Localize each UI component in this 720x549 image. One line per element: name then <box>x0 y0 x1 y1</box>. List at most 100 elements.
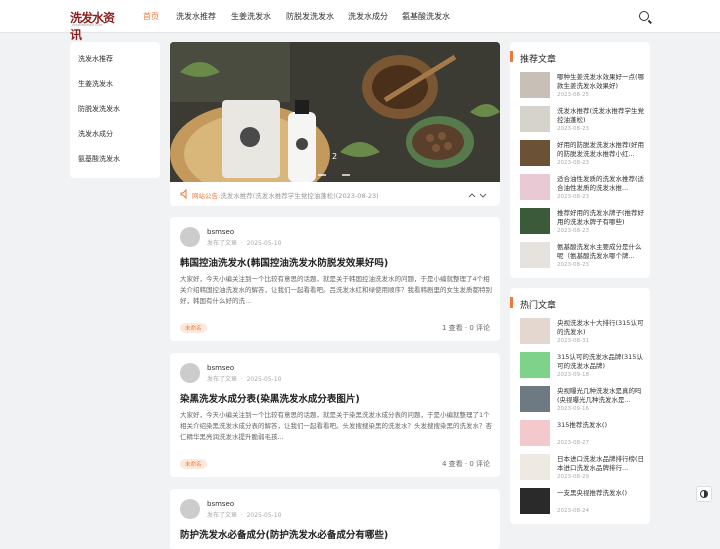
post-author[interactable]: bsmseo <box>207 364 234 372</box>
item-title[interactable]: 一支黑央视推荐洗发水() <box>557 489 645 498</box>
post-excerpt: 大家好，今天小编关注到一个比较有意思的话题，就是关于染黑洗发水成分表的问题，于是… <box>180 411 492 441</box>
notice-arrows-icon[interactable] <box>468 191 488 199</box>
list-item[interactable]: 央视曝光几种洗发水是真的吗(央视曝光几种洗发水是... 2023-09-16 <box>520 386 644 416</box>
item-date: 2023-09-18 <box>557 372 589 378</box>
nav-shampoo-recommend[interactable]: 洗发水推荐 <box>176 11 216 22</box>
list-item[interactable]: 适合油性发质的洗发水推荐(适合油性发质的洗发水推... 2023-08-23 <box>520 174 644 204</box>
post-card[interactable]: bsmseo 发布了文章 · 2025-05-10 防护洗发水必备成分(防护洗发… <box>170 489 500 549</box>
item-date: 2023-08-23 <box>557 262 589 268</box>
item-title[interactable]: 315认可的洗发水品牌(315认可的洗发水品牌) <box>557 353 645 371</box>
list-item[interactable]: 315推荐洗发水() 2023-08-27 <box>520 420 644 450</box>
post-meta: 发布了文章 · 2025-05-10 <box>207 512 282 519</box>
item-title[interactable]: 洗发水推荐(洗发水推荐学生党控油蓬松) <box>557 107 645 125</box>
nav-ginger-shampoo[interactable]: 生姜洗发水 <box>231 11 271 22</box>
thumbnail <box>520 454 550 480</box>
post-tag[interactable]: 未命名 <box>180 459 207 469</box>
item-title[interactable]: 315推荐洗发水() <box>557 421 645 430</box>
item-title[interactable]: 哪种生姜洗发水效果好一点(哪款生姜洗发水效果好) <box>557 73 645 91</box>
post-card[interactable]: bsmseo 发布了文章 · 2025-05-10 韩国控油洗发水(韩国控油洗发… <box>170 217 500 341</box>
post-excerpt: 大家好，今天小编关注到一个比较有意思的话题，就是关于韩国控油洗发水的问题，于是小… <box>180 275 492 305</box>
list-item[interactable]: 哪种生姜洗发水效果好一点(哪款生姜洗发水效果好) 2023-08-25 <box>520 72 644 102</box>
comment-count[interactable]: 0 评论 <box>469 460 490 468</box>
post-author[interactable]: bsmseo <box>207 228 234 236</box>
comment-count[interactable]: 0 评论 <box>469 324 490 332</box>
thumbnail <box>520 488 550 514</box>
list-item[interactable]: 好用的防脱发洗发水推荐(好用的防脱发洗发水推荐小红... 2023-08-23 <box>520 140 644 170</box>
item-title[interactable]: 适合油性发质的洗发水推荐(适合油性发质的洗发水推... <box>557 175 645 193</box>
post-card[interactable]: bsmseo 发布了文章 · 2025-05-10 染黑洗发水成分表(染黑洗发水… <box>170 353 500 477</box>
item-title[interactable]: 推荐好用的洗发水牌子(推荐好用的洗发水牌子有哪些) <box>557 209 645 227</box>
site-notice[interactable]: 网站公告:洗发水推荐(洗发水推荐学生党控油蓬松)(2023-08-23) <box>170 182 500 206</box>
avatar <box>180 499 200 519</box>
notice-content: 洗发水推荐(洗发水推荐学生党控油蓬松)(2023-08-23) <box>220 192 379 200</box>
avatar <box>180 227 200 247</box>
view-count: 1 查看 <box>441 324 463 332</box>
item-date: 2023-08-29 <box>557 474 589 480</box>
thumbnail <box>520 352 550 378</box>
item-date: 2023-08-23 <box>557 126 589 132</box>
nav-amino-shampoo[interactable]: 氨基酸洗发水 <box>402 11 450 22</box>
theme-toggle-button[interactable] <box>696 486 712 502</box>
thumbnail <box>520 386 550 412</box>
category-item[interactable]: 洗发水推荐 <box>70 42 160 67</box>
item-title[interactable]: 央视洗发水十大排行(315认可的洗发水) <box>557 319 645 337</box>
avatar <box>180 363 200 383</box>
logo-subtext: WWW.BSMSEO.COM <box>72 23 103 27</box>
half-moon-icon <box>700 490 708 498</box>
category-item[interactable]: 生姜洗发水 <box>70 67 160 92</box>
item-date: 2023-08-23 <box>557 160 589 166</box>
list-item[interactable]: 一支黑央视推荐洗发水() 2023-08-24 <box>520 488 644 518</box>
heading-accent <box>510 51 513 62</box>
nav-shampoo-ingredients[interactable]: 洗发水成分 <box>348 11 388 22</box>
post-title[interactable]: 染黑洗发水成分表(染黑洗发水成分表图片) <box>180 391 360 405</box>
item-title[interactable]: 央视曝光几种洗发水是真的吗(央视曝光几种洗发水是... <box>557 387 645 405</box>
post-title[interactable]: 防护洗发水必备成分(防护洗发水必备成分有哪些) <box>180 527 388 541</box>
heading-accent <box>510 297 513 308</box>
notice-label: 网站公告: <box>192 192 221 200</box>
thumbnail <box>520 174 550 200</box>
post-title[interactable]: 韩国控油洗发水(韩国控油洗发水防脱发效果好吗) <box>180 255 388 269</box>
recommended-heading: 推荐文章 <box>520 55 557 65</box>
banner-carousel[interactable]: 2 <box>170 42 500 182</box>
item-title[interactable]: 氨基酸洗发水主要成分是什么呢（氨基酸洗发水哪个牌... <box>557 243 645 261</box>
nav-anti-hair-loss[interactable]: 防脱发洗发水 <box>286 11 334 22</box>
category-item[interactable]: 洗发水成分 <box>70 117 160 142</box>
search-icon[interactable] <box>639 11 649 21</box>
list-item[interactable]: 氨基酸洗发水主要成分是什么呢（氨基酸洗发水哪个牌... 2023-08-23 <box>520 242 644 272</box>
list-item[interactable]: 日本进口洗发水品牌排行榜(日本进口洗发水品牌排行... 2023-08-29 <box>520 454 644 484</box>
post-meta: 发布了文章 · 2025-05-10 <box>207 376 282 383</box>
recommended-articles: 推荐文章 哪种生姜洗发水效果好一点(哪款生姜洗发水效果好) 2023-08-25 … <box>510 42 650 278</box>
slide-number: 2 <box>332 152 338 161</box>
hot-heading: 热门文章 <box>520 301 557 311</box>
item-date: 2023-08-25 <box>557 92 589 98</box>
view-count: 4 查看 <box>441 460 463 468</box>
banner-image <box>170 42 500 182</box>
post-stats: 4 查看 · 0 评论 <box>441 460 490 468</box>
item-date: 2023-08-27 <box>557 440 589 446</box>
list-item[interactable]: 央视洗发水十大排行(315认可的洗发水) 2023-08-31 <box>520 318 644 348</box>
category-sidebar: 洗发水推荐 生姜洗发水 防脱发洗发水 洗发水成分 氨基酸洗发水 <box>70 42 160 178</box>
item-date: 2023-08-23 <box>557 228 589 234</box>
thumbnail <box>520 140 550 166</box>
thumbnail <box>520 242 550 268</box>
category-item[interactable]: 氨基酸洗发水 <box>70 142 160 167</box>
list-item[interactable]: 315认可的洗发水品牌(315认可的洗发水品牌) 2023-09-18 <box>520 352 644 382</box>
thumbnail <box>520 106 550 132</box>
item-title[interactable]: 日本进口洗发水品牌排行榜(日本进口洗发水品牌排行... <box>557 455 645 473</box>
item-date: 2023-08-23 <box>557 194 589 200</box>
item-date: 2023-08-24 <box>557 508 589 514</box>
post-author[interactable]: bsmseo <box>207 500 234 508</box>
post-stats: 1 查看 · 0 评论 <box>441 324 490 332</box>
speaker-icon <box>180 189 187 199</box>
post-tag[interactable]: 未命名 <box>180 323 207 333</box>
hot-articles: 热门文章 央视洗发水十大排行(315认可的洗发水) 2023-08-31 315认… <box>510 288 650 524</box>
item-date: 2023-08-31 <box>557 338 589 344</box>
nav-home[interactable]: 首页 <box>143 11 159 22</box>
thumbnail <box>520 318 550 344</box>
item-title[interactable]: 好用的防脱发洗发水推荐(好用的防脱发洗发水推荐小红... <box>557 141 645 159</box>
category-item[interactable]: 防脱发洗发水 <box>70 92 160 117</box>
site-logo[interactable]: 洗发水资讯 WWW.BSMSEO.COM <box>70 6 124 42</box>
list-item[interactable]: 洗发水推荐(洗发水推荐学生党控油蓬松) 2023-08-23 <box>520 106 644 136</box>
list-item[interactable]: 推荐好用的洗发水牌子(推荐好用的洗发水牌子有哪些) 2023-08-23 <box>520 208 644 238</box>
post-meta: 发布了文章 · 2025-05-10 <box>207 240 282 247</box>
